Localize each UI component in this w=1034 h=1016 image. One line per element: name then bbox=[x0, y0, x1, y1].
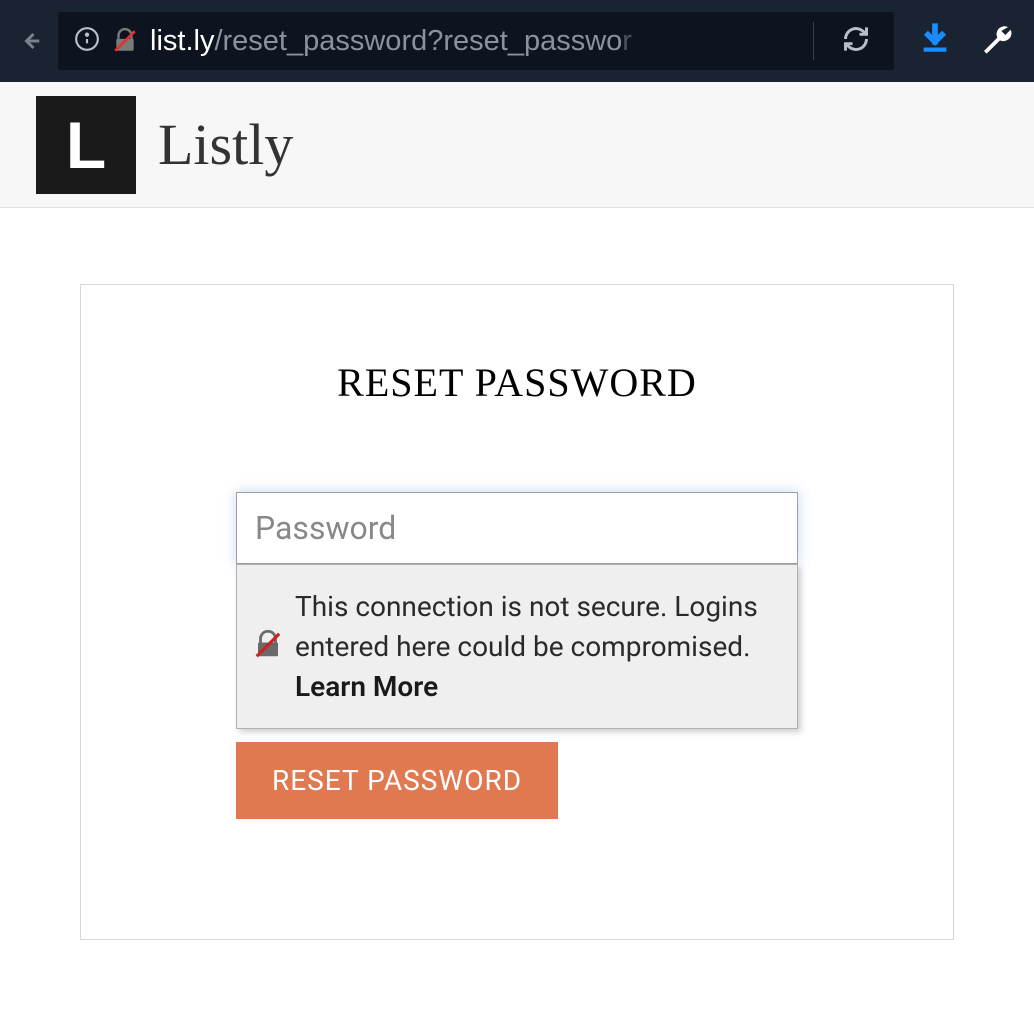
form-body: This connection is not secure. Logins en… bbox=[236, 492, 798, 819]
password-input[interactable] bbox=[236, 492, 798, 564]
back-button[interactable] bbox=[10, 21, 50, 61]
warning-message: This connection is not secure. Logins en… bbox=[295, 590, 758, 663]
url-domain: list.ly bbox=[150, 25, 214, 57]
download-button[interactable] bbox=[902, 14, 968, 68]
warning-text: This connection is not secure. Logins en… bbox=[295, 587, 777, 706]
logo-mark[interactable]: L bbox=[36, 96, 136, 194]
address-bar[interactable]: list.ly/reset_password?reset_passwor bbox=[58, 12, 894, 70]
logo-text[interactable]: Listly bbox=[158, 111, 293, 178]
info-icon[interactable] bbox=[74, 26, 100, 56]
logo-letter: L bbox=[66, 107, 106, 183]
settings-wrench-icon[interactable] bbox=[976, 15, 1016, 67]
url-text: list.ly/reset_password?reset_passwor bbox=[150, 25, 793, 58]
reset-password-card: RESET PASSWORD This connection is not se… bbox=[80, 284, 954, 940]
browser-toolbar: list.ly/reset_password?reset_passwor bbox=[0, 0, 1034, 82]
separator bbox=[813, 22, 814, 60]
reset-password-button[interactable]: RESET PASSWORD bbox=[236, 742, 558, 819]
insecure-lock-icon bbox=[253, 630, 283, 664]
reload-button[interactable] bbox=[834, 17, 878, 65]
insecure-connection-warning: This connection is not secure. Logins en… bbox=[236, 564, 798, 729]
site-header: L Listly bbox=[0, 82, 1034, 208]
form-title: RESET PASSWORD bbox=[337, 359, 697, 406]
url-path: /reset_password?reset_passwo bbox=[214, 25, 622, 57]
main-content: RESET PASSWORD This connection is not se… bbox=[0, 208, 1034, 1016]
learn-more-link[interactable]: Learn More bbox=[295, 670, 438, 703]
insecure-lock-icon bbox=[112, 28, 138, 54]
